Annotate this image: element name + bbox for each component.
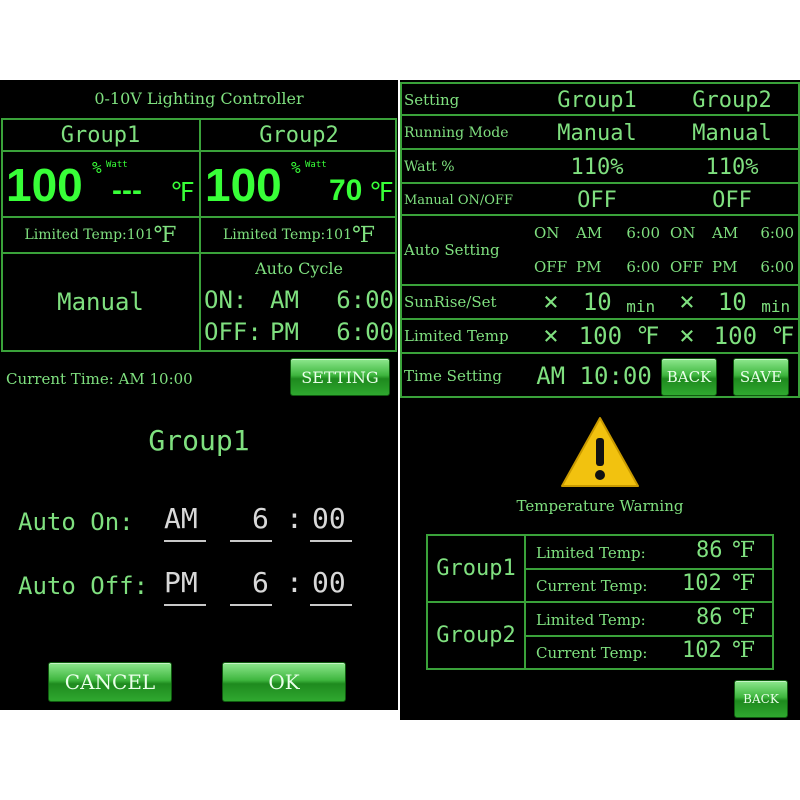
group1-temp-unit: ℉ — [170, 178, 195, 208]
group1-percent-sign: % — [92, 158, 102, 177]
warning-group2-limited: Limited Temp: 86 ℉ — [536, 605, 756, 630]
running-mode-label: Running Mode — [404, 125, 509, 141]
manual-onoff-group2[interactable]: OFF — [666, 184, 798, 216]
auto-cycle-title: Auto Cycle — [255, 258, 343, 278]
auto-off-minute[interactable]: 00 — [312, 566, 346, 599]
auto-on-minute-underline — [310, 540, 352, 542]
settings-header-group2: Group2 — [692, 87, 772, 113]
auto-off-colon: : — [286, 566, 303, 599]
limited-group2-value[interactable]: 100 ℉ — [710, 320, 798, 352]
group1-mode: Manual — [57, 288, 144, 316]
limited-group2-toggle[interactable]: × — [666, 320, 708, 352]
time-setting-label: Time Setting — [404, 367, 502, 385]
setting-button[interactable]: SETTING — [290, 358, 390, 396]
main-screen: 0-10V Lighting Controller Group1 Group2 … — [0, 80, 398, 400]
auto-off-ampm-underline — [164, 604, 206, 606]
auto-setting-group2[interactable]: ON AM 6:00 OFF PM 6:00 — [670, 222, 794, 282]
warning-group1-label: Group1 — [436, 556, 516, 581]
manual-onoff-group1[interactable]: OFF — [530, 184, 664, 216]
current-time: Current Time: AM 10:00 — [6, 370, 193, 388]
app-title: 0-10V Lighting Controller — [94, 88, 304, 108]
limited-temp-label: Limited Temp — [404, 327, 509, 345]
watt-group2[interactable]: 110% — [666, 150, 798, 184]
sunrise-group2-toggle[interactable]: × — [666, 286, 708, 318]
settings-save-button[interactable]: SAVE — [733, 358, 789, 396]
sunrise-group1-value[interactable]: 10 min — [574, 286, 664, 318]
group1-temperature: --- — [112, 174, 142, 207]
group1-percent: 100 — [6, 159, 83, 211]
warning-group2-label: Group2 — [436, 623, 516, 648]
warning-triangle-icon — [561, 417, 639, 487]
group2-limited-temp: Limited Temp:101 ℉ — [222, 222, 376, 248]
group-time-title: Group1 — [148, 423, 250, 457]
auto-on-minute[interactable]: 00 — [312, 502, 346, 535]
group2-power: 100 % Watt 70 ℉ — [203, 154, 397, 214]
sunrise-group2-value[interactable]: 10 min — [710, 286, 798, 318]
sunrise-group1-toggle[interactable]: × — [530, 286, 572, 318]
auto-on-colon: : — [286, 502, 303, 535]
auto-on-hour-underline — [230, 540, 272, 542]
group2-temperature: 70 — [329, 174, 363, 207]
auto-off-row: Auto Off: PM 6 : 00 — [18, 564, 398, 608]
group1-header: Group1 — [60, 122, 141, 148]
warning-group2-current: Current Temp: 102 ℉ — [536, 638, 756, 663]
watt-group1[interactable]: 110% — [530, 150, 664, 184]
running-mode-group1[interactable]: Manual — [530, 116, 664, 150]
auto-on-ampm-underline — [164, 540, 206, 542]
group2-watt-label: Watt — [305, 160, 327, 170]
warning-back-button[interactable]: BACK — [734, 680, 788, 718]
auto-on-row: Auto On: AM 6 : 00 — [18, 500, 398, 544]
auto-on-label: Auto On: — [18, 508, 134, 536]
time-setting-value[interactable]: AM 10:00 — [532, 354, 656, 398]
settings-header-label: Setting — [404, 91, 460, 109]
ok-button[interactable]: OK — [222, 662, 346, 702]
settings-back-button[interactable]: BACK — [661, 358, 717, 396]
auto-cycle-on: ON: AM 6:00 — [204, 286, 394, 314]
auto-on-hour[interactable]: 6 — [252, 502, 269, 535]
group2-percent-sign: % — [291, 158, 301, 177]
settings-header-group1: Group1 — [557, 87, 637, 113]
group1-power: 100 % Watt --- ℉ — [4, 154, 198, 214]
watt-label: Watt % — [404, 159, 455, 175]
warning-title: Temperature Warning — [516, 497, 684, 515]
manual-onoff-label: Manual ON/OFF — [404, 192, 513, 208]
auto-off-hour[interactable]: 6 — [252, 566, 269, 599]
group2-temp-unit: ℉ — [369, 178, 394, 208]
limited-group1-toggle[interactable]: × — [530, 320, 572, 352]
group2-percent: 100 — [205, 159, 282, 211]
group1-watt-label: Watt — [106, 160, 128, 170]
warning-group1-limited: Limited Temp: 86 ℉ — [536, 538, 756, 563]
auto-setting-label: Auto Setting — [404, 241, 500, 259]
limited-group1-value[interactable]: 100 ℉ — [574, 320, 664, 352]
auto-off-hour-underline — [230, 604, 272, 606]
group1-limited-temp: Limited Temp:101 ℉ — [24, 222, 177, 248]
warning-screen: Temperature Warning Group1 Limited Temp:… — [400, 400, 800, 720]
group2-header: Group2 — [259, 122, 339, 148]
auto-setting-group1[interactable]: ON AM 6:00 OFF PM 6:00 — [534, 222, 660, 282]
auto-cycle-off: OFF: PM 6:00 — [204, 318, 394, 346]
group-time-screen: Group1 Auto On: AM 6 : 00 Auto Off: PM 6… — [0, 400, 398, 710]
auto-off-ampm[interactable]: PM — [164, 566, 198, 599]
auto-off-label: Auto Off: — [18, 572, 149, 600]
auto-off-minute-underline — [310, 604, 352, 606]
cancel-button[interactable]: CANCEL — [48, 662, 172, 702]
sunrise-label: SunRise/Set — [404, 293, 497, 311]
running-mode-group2[interactable]: Manual — [666, 116, 798, 150]
auto-on-ampm[interactable]: AM — [164, 502, 198, 535]
warning-group1-current: Current Temp: 102 ℉ — [536, 571, 756, 596]
